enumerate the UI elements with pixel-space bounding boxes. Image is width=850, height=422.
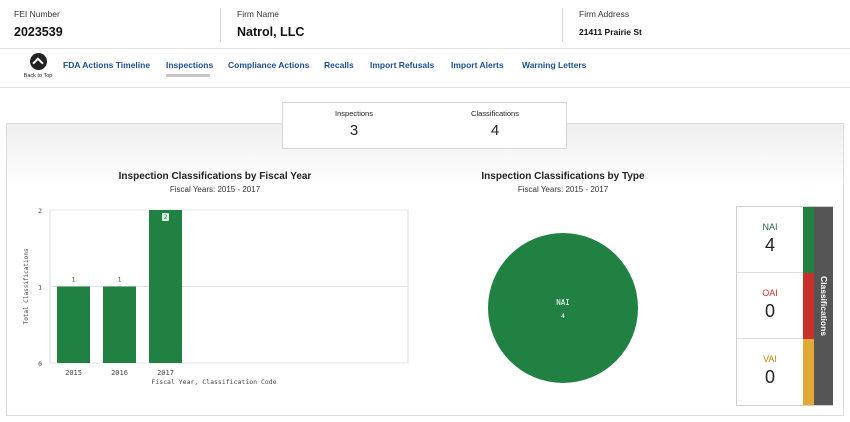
y-axis-label: Total Classifications — [23, 248, 30, 324]
nav-fda-actions-timeline[interactable]: FDA Actions Timeline — [63, 60, 150, 70]
inspections-summary: Inspections 3 — [294, 109, 414, 139]
classification-vai[interactable]: VAI 0 — [737, 339, 803, 405]
bar-2016[interactable] — [103, 286, 136, 364]
back-to-top-button[interactable]: Back to Top — [20, 53, 56, 79]
firm-address-label: Firm Address — [579, 9, 630, 19]
data-label-2016: 1 — [118, 277, 122, 284]
inspection-summary-box: Inspections 3 Classifications 4 — [282, 102, 567, 149]
pie-label-nai: NAI — [556, 298, 570, 307]
classifications-summary: Classifications 4 — [435, 109, 555, 139]
pie-value-nai: 4 — [561, 312, 565, 320]
classifications-label: Classifications — [471, 109, 519, 118]
fei-number-block: FEI Number 2023539 — [14, 9, 63, 39]
firm-info-row: FEI Number 2023539 Firm Name Natrol, LLC… — [0, 0, 850, 48]
nav-inspections[interactable]: Inspections — [166, 60, 213, 70]
y-tick-label: 1 — [38, 284, 42, 292]
x-tick-label-2017: 2017 — [157, 369, 174, 377]
pie-slice-nai[interactable] — [488, 233, 638, 383]
fei-number-label: FEI Number — [14, 9, 60, 19]
classification-oai-name: OAI — [762, 288, 778, 298]
divider — [562, 8, 563, 42]
back-to-top-label: Back to Top — [23, 73, 53, 79]
nav-warning-letters[interactable]: Warning Letters — [522, 60, 586, 70]
section-nav: Back to Top FDA Actions Timeline Inspect… — [0, 48, 850, 88]
classification-nai[interactable]: NAI 4 — [737, 207, 803, 273]
divider — [220, 8, 221, 42]
classification-vai-color-bar — [803, 339, 814, 405]
classifications-count: 4 — [490, 122, 500, 139]
bar-chart: 0 1 2 1 2015 1 2016 2 2017Fiscal Year, Classific… — [23, 207, 409, 386]
classification-oai-color-bar — [803, 273, 814, 339]
firm-name-label: Firm Name — [237, 9, 280, 19]
inspections-label: Inspections — [335, 109, 373, 118]
classification-oai[interactable]: OAI 0 — [737, 273, 803, 339]
nav-recalls[interactable]: Recalls — [324, 60, 354, 70]
active-tab-indicator — [166, 74, 210, 77]
inspections-count: 3 — [349, 122, 359, 139]
firm-name-block: Firm Name Natrol, LLC — [237, 9, 304, 39]
nav-import-alerts[interactable]: Import Alerts — [451, 60, 504, 70]
y-tick-label: 0 — [38, 360, 42, 368]
pie-chart: NAI 4 — [488, 233, 638, 383]
chevron-up-icon — [29, 53, 47, 70]
nav-import-refusals[interactable]: Import Refusals — [370, 60, 434, 70]
classifications-side-tab[interactable]: Classifications — [814, 207, 833, 405]
data-label-2017: 2 — [164, 214, 168, 221]
nav-compliance-actions[interactable]: Compliance Actions — [228, 60, 309, 70]
classification-nai-name: NAI — [762, 222, 778, 232]
bar-2017[interactable] — [149, 210, 182, 363]
classification-nai-color-bar — [803, 207, 814, 273]
firm-address-value: 21411 Prairie St — [579, 27, 642, 37]
data-label-2015: 1 — [72, 277, 76, 284]
classification-vai-name: VAI — [763, 354, 777, 364]
classification-nai-count: 4 — [764, 235, 775, 255]
x-axis-label: Fiscal Year, Classification Code — [151, 378, 276, 386]
classifications-side-label: Classifications — [818, 276, 829, 336]
x-tick-label-2016: 2016 — [111, 369, 128, 377]
firm-name-value: Natrol, LLC — [237, 25, 305, 39]
pie-chart-title: Inspection Classifications by Type — [481, 171, 645, 182]
classification-legend-panel: NAI 4 OAI 0 VAI 0 Classifications — [736, 206, 833, 406]
bar-chart-title: Inspection Classifications by Fiscal Yea… — [118, 171, 312, 182]
x-tick-label-2015: 2015 — [65, 369, 82, 377]
classification-oai-count: 0 — [764, 301, 775, 321]
pie-chart-subtitle: Fiscal Years: 2015 - 2017 — [517, 185, 609, 194]
bar-2015[interactable] — [57, 286, 90, 364]
bar-chart-subtitle: Fiscal Years: 2015 - 2017 — [169, 185, 261, 194]
fei-number-value: 2023539 — [14, 25, 63, 39]
classification-vai-count: 0 — [764, 367, 775, 387]
firm-address-block: Firm Address 21411 Prairie St — [579, 9, 642, 37]
y-tick-label: 2 — [38, 207, 42, 215]
